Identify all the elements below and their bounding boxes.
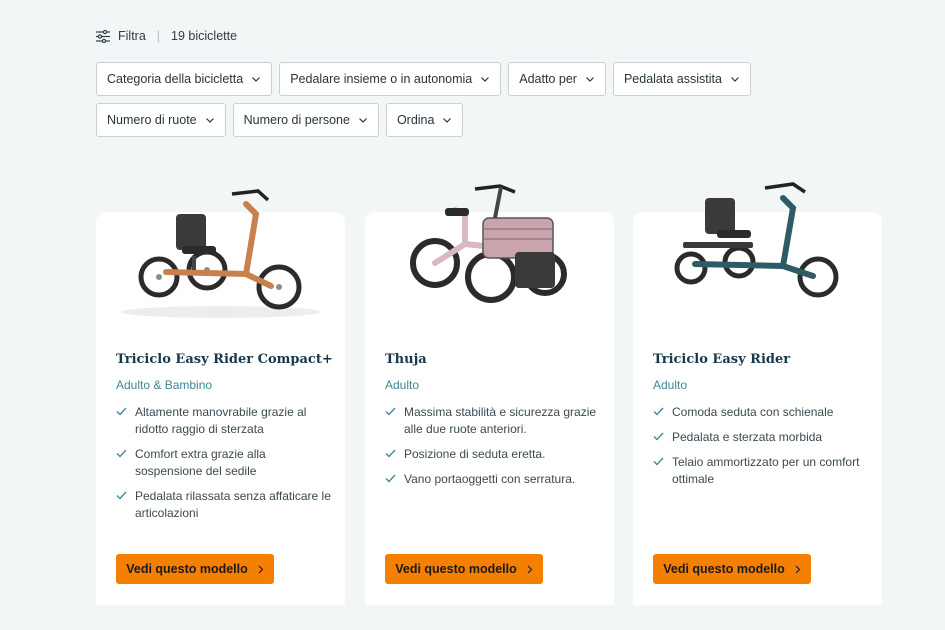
view-model-button[interactable]: Vedi questo modello [116, 554, 274, 584]
filter-category-dropdown[interactable]: Categoria della bicicletta [96, 62, 273, 96]
product-audience: Adulto [385, 378, 420, 392]
check-icon [385, 474, 396, 483]
feature-item: Pedalata rilassata senza affaticare le a… [116, 488, 331, 522]
chip-label: Numero di ruote [107, 113, 197, 127]
chevron-down-icon [205, 118, 214, 123]
feature-text: Vano portaoggetti con serratura. [404, 472, 576, 486]
view-model-button[interactable]: Vedi questo modello [653, 554, 811, 584]
product-card[interactable]: Triciclo Easy Rider Compact+ Adulto & Ba… [96, 189, 345, 605]
chevron-down-icon [443, 118, 452, 123]
product-image [674, 182, 839, 298]
feature-text: Altamente manovrabile grazie al ridotto … [135, 405, 307, 436]
check-icon [116, 407, 127, 416]
chevron-down-icon [359, 118, 367, 123]
product-title[interactable]: Triciclo Easy Rider [653, 352, 790, 367]
product-card[interactable]: Thuja Adulto Massima stabilità e sicurez… [365, 184, 614, 605]
check-icon [116, 449, 127, 458]
feature-list: Massima stabilità e sicurezza grazie all… [385, 404, 600, 496]
product-audience: Adulto [653, 378, 688, 392]
chevron-down-icon [586, 77, 594, 82]
check-icon [653, 432, 664, 441]
cta-label: Vedi questo modello [126, 562, 248, 576]
chip-label: Numero di persone [243, 113, 350, 127]
chip-label: Categoria della bicicletta [107, 72, 244, 86]
chevron-down-icon [481, 77, 490, 82]
feature-text: Massima stabilità e sicurezza grazie all… [404, 405, 597, 436]
feature-item: Comoda seduta con schienale [653, 404, 868, 421]
check-icon [385, 407, 396, 416]
feature-item: Vano portaoggetti con serratura. [385, 471, 600, 488]
check-icon [116, 491, 127, 500]
chevron-down-icon [252, 77, 261, 82]
feature-text: Posizione di seduta eretta. [404, 447, 546, 461]
product-image [121, 189, 321, 318]
chevron-right-icon [795, 565, 801, 573]
result-count: 19 biciclette [171, 29, 238, 43]
feature-item: Altamente manovrabile grazie al ridotto … [116, 404, 331, 438]
filter-row-2: Numero di ruote Numero di persone Ordina [96, 103, 776, 137]
feature-item: Massima stabilità e sicurezza grazie all… [385, 404, 600, 438]
product-card[interactable]: Triciclo Easy Rider Adulto Comoda seduta… [633, 182, 882, 605]
chip-label: Adatto per [519, 72, 577, 86]
filter-wheels-dropdown[interactable]: Numero di ruote [96, 103, 226, 137]
filter-button[interactable]: Filtra [96, 29, 146, 43]
filter-label: Filtra [118, 29, 146, 43]
cta-label: Vedi questo modello [663, 562, 785, 576]
filter-row-1: Categoria della bicicletta Pedalare insi… [96, 62, 776, 96]
product-title[interactable]: Triciclo Easy Rider Compact+ [116, 352, 333, 367]
chevron-down-icon [731, 77, 739, 82]
filter-persons-dropdown[interactable]: Numero di persone [232, 103, 379, 137]
feature-text: Comoda seduta con schienale [672, 405, 834, 419]
chevron-right-icon [258, 565, 264, 573]
filter-chips: Categoria della bicicletta Pedalare insi… [96, 62, 776, 144]
product-image [410, 184, 567, 303]
results-toolbar: Filtra | 19 biciclette [96, 29, 237, 43]
filter-pedal-assist-dropdown[interactable]: Pedalata assistita [612, 62, 751, 96]
chip-label: Pedalare insieme o in autonomia [290, 72, 473, 86]
check-icon [385, 449, 396, 458]
feature-item: Telaio ammortizzato per un comfort ottim… [653, 454, 868, 488]
feature-item: Comfort extra grazie alla sospensione de… [116, 446, 331, 480]
sort-dropdown[interactable]: Ordina [385, 103, 464, 137]
check-icon [653, 457, 664, 466]
product-title[interactable]: Thuja [385, 352, 427, 367]
filter-riding-mode-dropdown[interactable]: Pedalare insieme o in autonomia [279, 62, 502, 96]
toolbar-separator: | [156, 29, 161, 43]
feature-text: Pedalata rilassata senza affaticare le a… [135, 489, 331, 520]
feature-text: Comfort extra grazie alla sospensione de… [135, 447, 266, 478]
chip-label: Ordina [396, 113, 435, 127]
sliders-icon [96, 29, 110, 43]
feature-item: Posizione di seduta eretta. [385, 446, 600, 463]
feature-text: Pedalata e sterzata morbida [672, 430, 823, 444]
product-audience: Adulto & Bambino [116, 378, 213, 392]
chip-label: Pedalata assistita [623, 72, 722, 86]
view-model-button[interactable]: Vedi questo modello [385, 554, 543, 584]
feature-text: Telaio ammortizzato per un comfort ottim… [672, 455, 860, 486]
feature-list: Comoda seduta con schienale Pedalata e s… [653, 404, 868, 496]
feature-list: Altamente manovrabile grazie al ridotto … [116, 404, 331, 530]
filter-suitable-for-dropdown[interactable]: Adatto per [508, 62, 606, 96]
feature-item: Pedalata e sterzata morbida [653, 429, 868, 446]
chevron-right-icon [527, 565, 533, 573]
check-icon [653, 407, 664, 416]
cta-label: Vedi questo modello [395, 562, 517, 576]
